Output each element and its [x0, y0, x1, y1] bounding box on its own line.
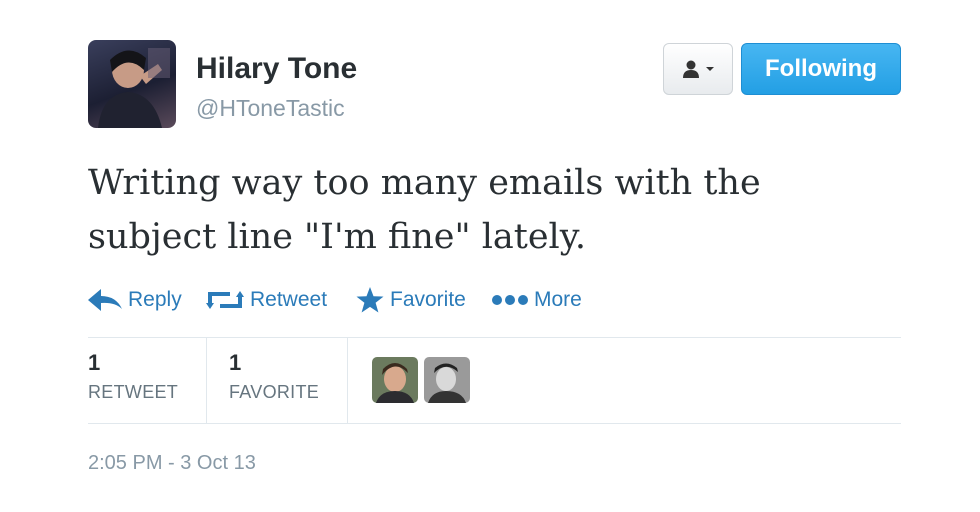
retweet-action[interactable]: Retweet	[206, 284, 327, 316]
favorite-label: Favorite	[390, 288, 466, 311]
retweet-icon	[206, 291, 244, 309]
favoriter-avatar[interactable]	[424, 357, 470, 403]
user-handle[interactable]: @HToneTastic	[196, 95, 345, 122]
retweet-stat[interactable]: 1 RETWEET	[88, 350, 178, 403]
tweet-timestamp[interactable]: 2:05 PM - 3 Oct 13	[88, 452, 256, 475]
favorite-action[interactable]: Favorite	[356, 284, 466, 316]
user-icon	[683, 60, 699, 78]
tweet-card: Hilary Tone @HToneTastic Following Writi…	[0, 0, 980, 512]
user-display-name[interactable]: Hilary Tone	[196, 52, 357, 86]
favorite-stat[interactable]: 1 FAVORITE	[229, 350, 319, 403]
stat-separator	[347, 338, 348, 424]
favoriter-avatar[interactable]	[372, 357, 418, 403]
tweet-text: Writing way too many emails with the sub…	[88, 156, 848, 264]
reply-action[interactable]: Reply	[88, 284, 182, 316]
profile-avatar[interactable]	[88, 40, 176, 128]
reply-label: Reply	[128, 288, 182, 311]
more-dots-icon	[492, 295, 528, 305]
retweet-stat-label: RETWEET	[88, 382, 179, 402]
favorite-stat-label: FAVORITE	[229, 382, 320, 402]
favoriter-photo	[372, 357, 418, 403]
retweet-count: 1	[88, 350, 101, 375]
tweet-text-line-2: subject line "I'm fine" lately.	[88, 217, 586, 257]
chevron-down-icon	[706, 67, 714, 71]
stat-separator	[206, 338, 207, 424]
stats-top-divider	[88, 337, 901, 338]
reply-icon	[88, 289, 122, 311]
favoriter-photo	[424, 357, 470, 403]
user-actions-dropdown[interactable]	[663, 43, 733, 95]
more-label: More	[534, 288, 582, 311]
profile-photo	[98, 48, 170, 128]
following-button[interactable]: Following	[741, 43, 901, 95]
more-action[interactable]: More	[492, 284, 582, 316]
favorite-count: 1	[229, 350, 242, 375]
tweet-text-line-1: Writing way too many emails with the	[88, 163, 761, 203]
retweet-label: Retweet	[250, 288, 328, 311]
star-icon	[356, 287, 384, 313]
stats-bottom-divider	[88, 423, 901, 424]
